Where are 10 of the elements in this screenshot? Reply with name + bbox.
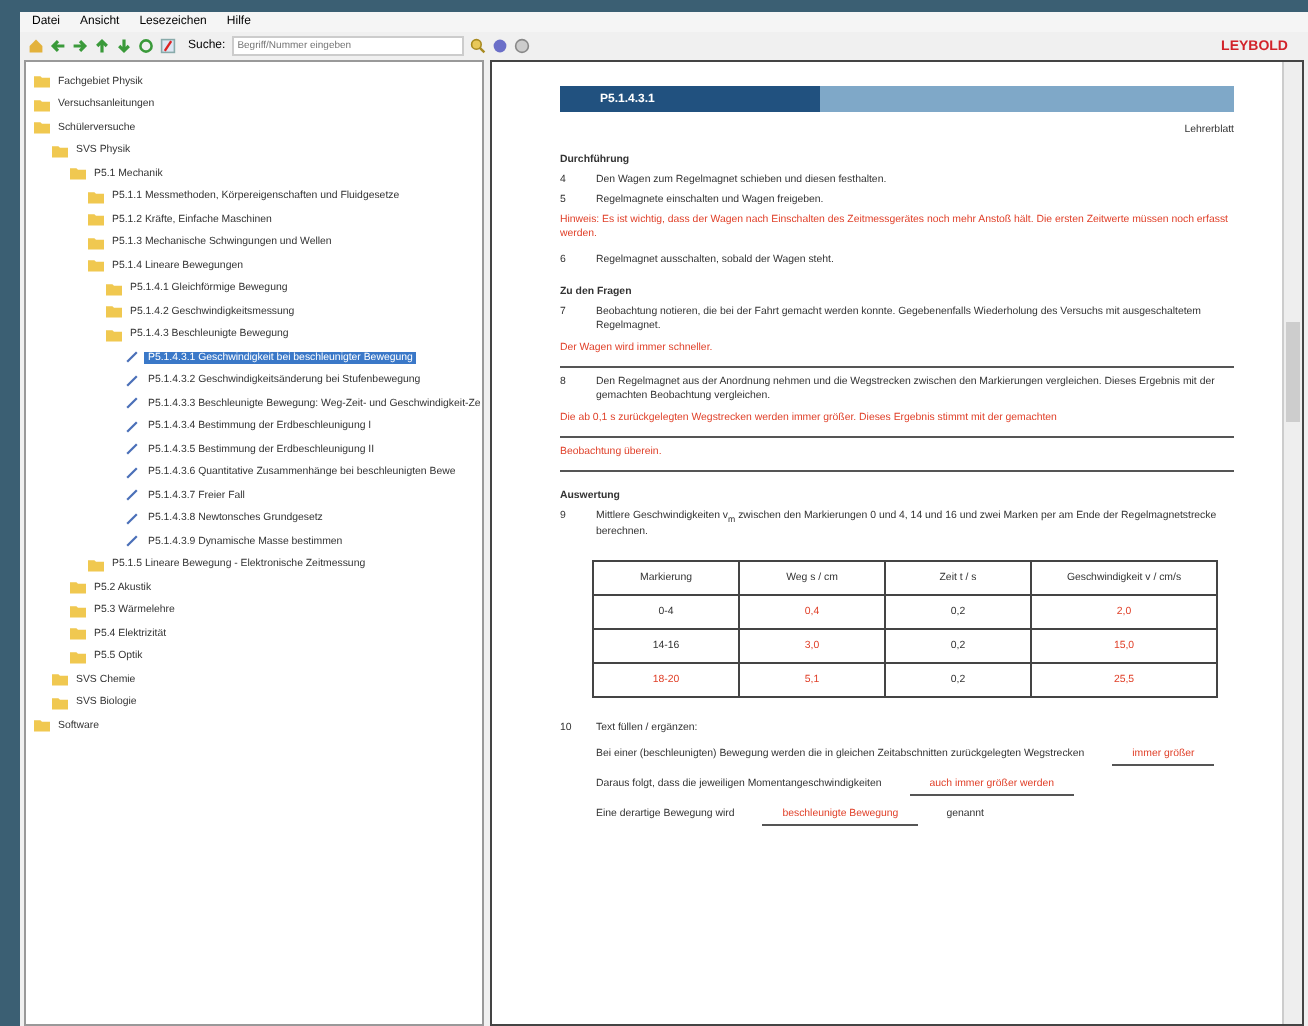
home-icon[interactable] [28, 38, 44, 54]
search-icon[interactable] [469, 38, 486, 54]
refresh-icon[interactable] [138, 38, 154, 54]
down-icon[interactable] [116, 38, 132, 54]
forward-icon[interactable] [72, 38, 88, 54]
back-icon[interactable] [50, 38, 66, 54]
pen-icon[interactable] [160, 38, 176, 54]
globe-icon[interactable] [491, 38, 508, 54]
up-icon[interactable] [94, 38, 110, 54]
help-icon[interactable] [513, 38, 530, 54]
